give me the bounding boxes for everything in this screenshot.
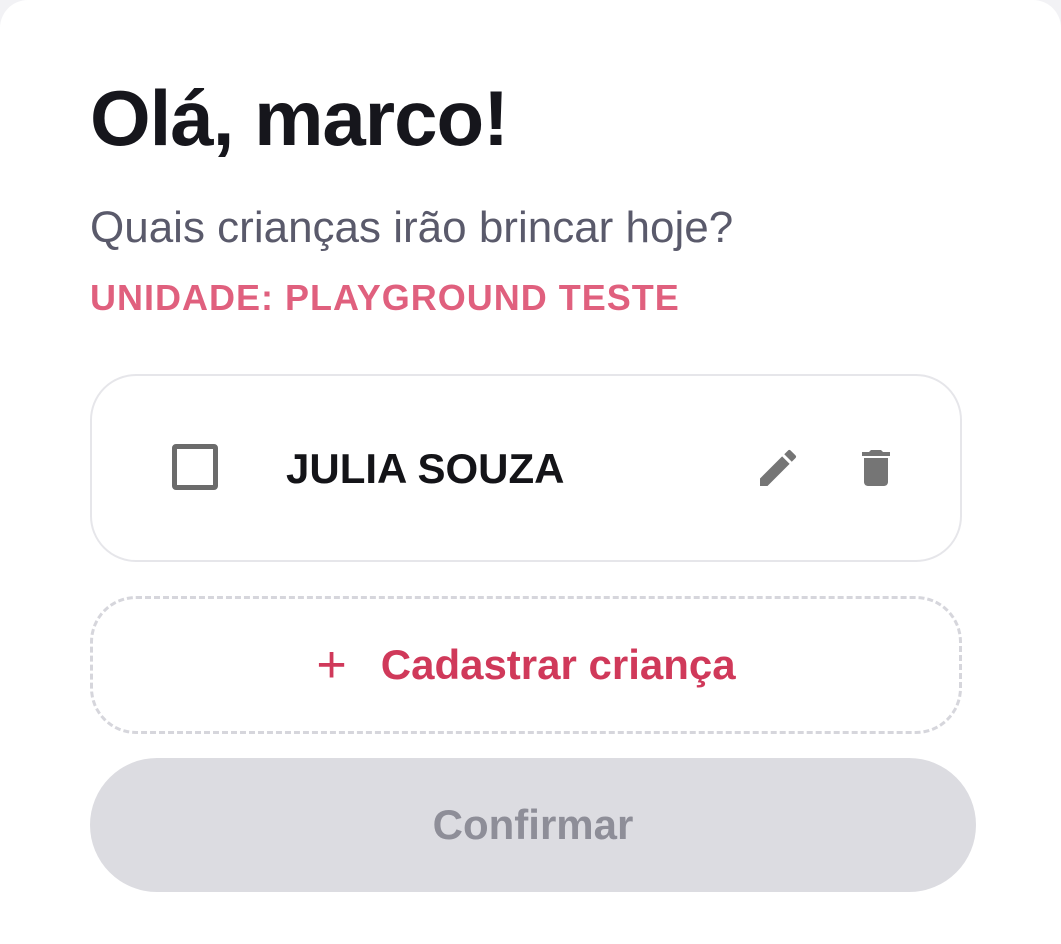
child-name: JULIA SOUZA	[286, 445, 565, 492]
page-subtitle: Quais crianças irão brincar hoje?	[90, 203, 734, 252]
unit-label: UNIDADE: PLAYGROUND TESTE	[90, 277, 680, 318]
child-selection-card: Olá, marco! Quais crianças irão brincar …	[0, 0, 1061, 944]
add-child-label: Cadastrar criança	[380, 641, 736, 688]
edit-child-button[interactable]	[750, 440, 806, 496]
child-item: JULIA SOUZA	[90, 374, 962, 562]
plus-icon: +	[316, 636, 347, 694]
page-title: Olá, marco!	[90, 74, 509, 162]
confirm-button[interactable]: Confirmar	[90, 758, 976, 892]
add-child-button[interactable]: + Cadastrar criança	[90, 596, 962, 734]
child-checkbox[interactable]	[172, 444, 218, 490]
pencil-icon	[760, 449, 797, 486]
trash-icon	[862, 450, 890, 486]
delete-child-button[interactable]	[848, 440, 904, 496]
